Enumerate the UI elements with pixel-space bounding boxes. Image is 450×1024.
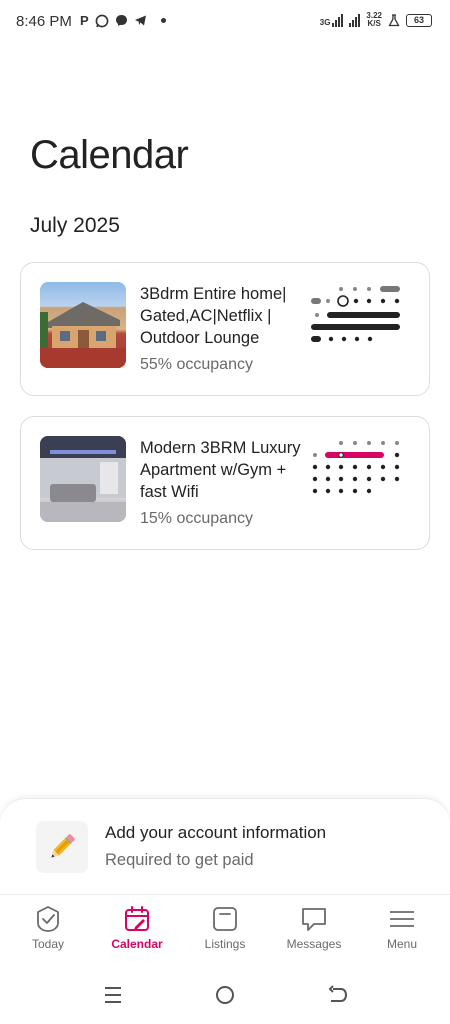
nav-calendar[interactable]: Calendar	[97, 905, 177, 951]
back-icon[interactable]	[324, 982, 350, 1008]
account-info-banner[interactable]: Add your account information Required to…	[0, 798, 450, 898]
nav-messages-label: Messages	[286, 937, 342, 951]
nav-calendar-label: Calendar	[111, 937, 163, 951]
month-label: July 2025	[30, 214, 120, 237]
status-more-dot	[160, 18, 166, 23]
listing-title: Modern 3BRM Luxury Apartment w/Gym + fas…	[140, 439, 301, 501]
calendar-icon	[125, 906, 149, 931]
listing-thumbnail	[40, 282, 126, 368]
nav-listings[interactable]: Listings	[185, 905, 265, 951]
bottom-nav: Today Calendar Listings Messages Menu	[0, 894, 450, 964]
pencil-icon	[36, 821, 88, 873]
nav-messages[interactable]: Messages	[274, 905, 354, 951]
recents-icon[interactable]	[100, 982, 126, 1008]
system-navigation-bar	[0, 966, 450, 1024]
network-type: 3G	[319, 17, 331, 27]
network-speed: 3.22 K/S	[366, 11, 382, 28]
status-bar: 8:46 PM P 3G 3.22 K/S 63	[0, 0, 450, 44]
status-indicators: 3G 3.22 K/S 63	[320, 12, 432, 28]
messages-icon	[302, 908, 326, 931]
listing-occupancy: 55% occupancy	[140, 356, 253, 373]
listings-icon	[213, 907, 237, 931]
nav-menu[interactable]: Menu	[362, 905, 442, 951]
nav-menu-label: Menu	[386, 937, 418, 951]
listing-card[interactable]: Modern 3BRM Luxury Apartment w/Gym + fas…	[20, 416, 430, 550]
status-app-icons: P	[80, 13, 166, 28]
home-icon[interactable]	[212, 982, 238, 1008]
signal-2-icon	[349, 13, 361, 27]
today-check-icon	[37, 906, 59, 932]
nav-today[interactable]: Today	[8, 905, 88, 951]
messenger-icon	[115, 15, 127, 26]
p-app-icon: P	[80, 13, 89, 28]
signal-1-icon	[332, 13, 344, 27]
occupancy-dot-calendar	[311, 286, 400, 342]
occupancy-dot-calendar	[312, 441, 400, 494]
telegram-icon	[134, 15, 146, 26]
whatsapp-icon	[95, 14, 109, 27]
listing-occupancy: 15% occupancy	[140, 510, 253, 527]
listing-thumbnail	[40, 436, 126, 522]
account-info-subtitle: Required to get paid	[105, 851, 254, 869]
nav-today-label: Today	[31, 937, 65, 951]
nav-listings-label: Listings	[204, 937, 246, 951]
listing-title: 3Bdrm Entire home| Gated,AC|Netflix | Ou…	[140, 285, 287, 347]
listing-card[interactable]: 3Bdrm Entire home| Gated,AC|Netflix | Ou…	[20, 262, 430, 396]
flask-icon	[388, 13, 400, 26]
account-info-title: Add your account information	[105, 823, 327, 842]
page-title: Calendar	[30, 133, 189, 177]
battery-icon: 63	[406, 13, 432, 27]
status-time: 8:46 PM	[16, 13, 72, 30]
menu-icon	[390, 911, 414, 927]
